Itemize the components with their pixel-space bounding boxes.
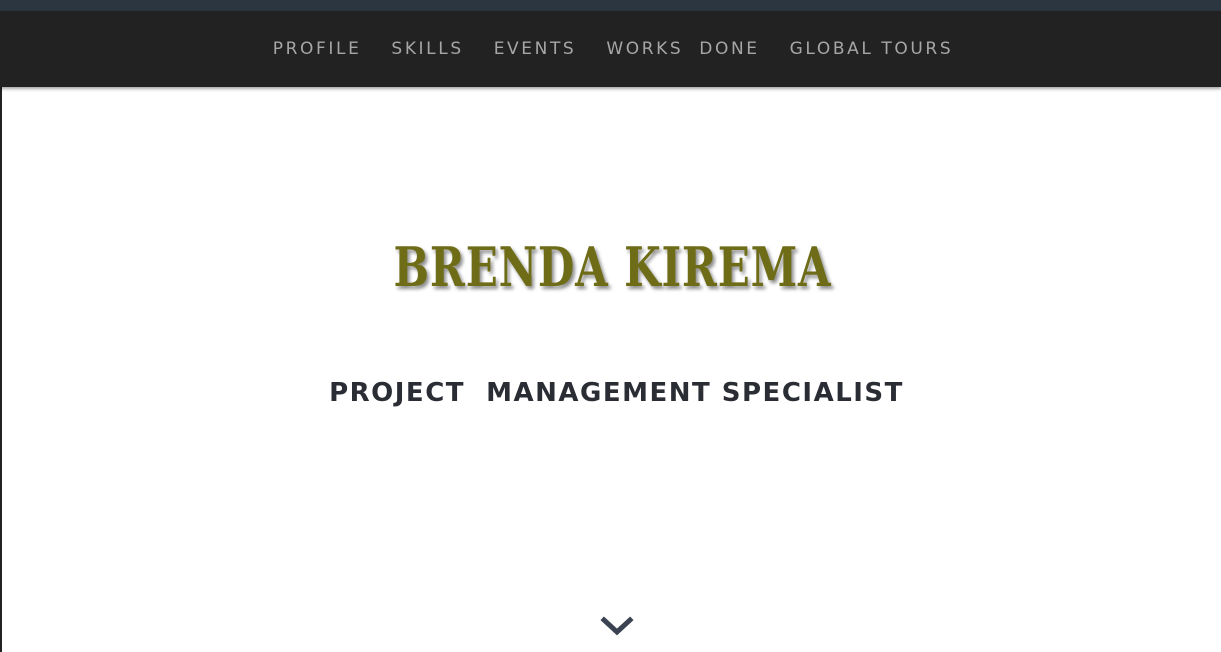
nav-item-skills[interactable]: SKILLS — [391, 39, 463, 59]
scroll-down-button[interactable] — [599, 613, 635, 639]
hero-section: BRENDA KIREMA PROJECT MANAGEMENT SPECIAL… — [0, 87, 1221, 652]
chevron-down-icon — [600, 616, 634, 636]
nav-item-works-done[interactable]: WORKS DONE — [606, 39, 759, 59]
nav-item-profile[interactable]: PROFILE — [273, 39, 362, 59]
hero-name-heading: BRENDA KIREMA — [393, 235, 832, 299]
hero-job-title: PROJECT MANAGEMENT SPECIALIST — [329, 378, 904, 408]
browser-top-strip — [0, 0, 1221, 11]
nav-menu: PROFILE SKILLS EVENTS WORKS DONE GLOBAL … — [0, 11, 1221, 87]
nav-item-events[interactable]: EVENTS — [494, 39, 577, 59]
main-navbar: PROFILE SKILLS EVENTS WORKS DONE GLOBAL … — [0, 11, 1221, 87]
nav-item-global-tours[interactable]: GLOBAL TOURS — [790, 39, 954, 59]
